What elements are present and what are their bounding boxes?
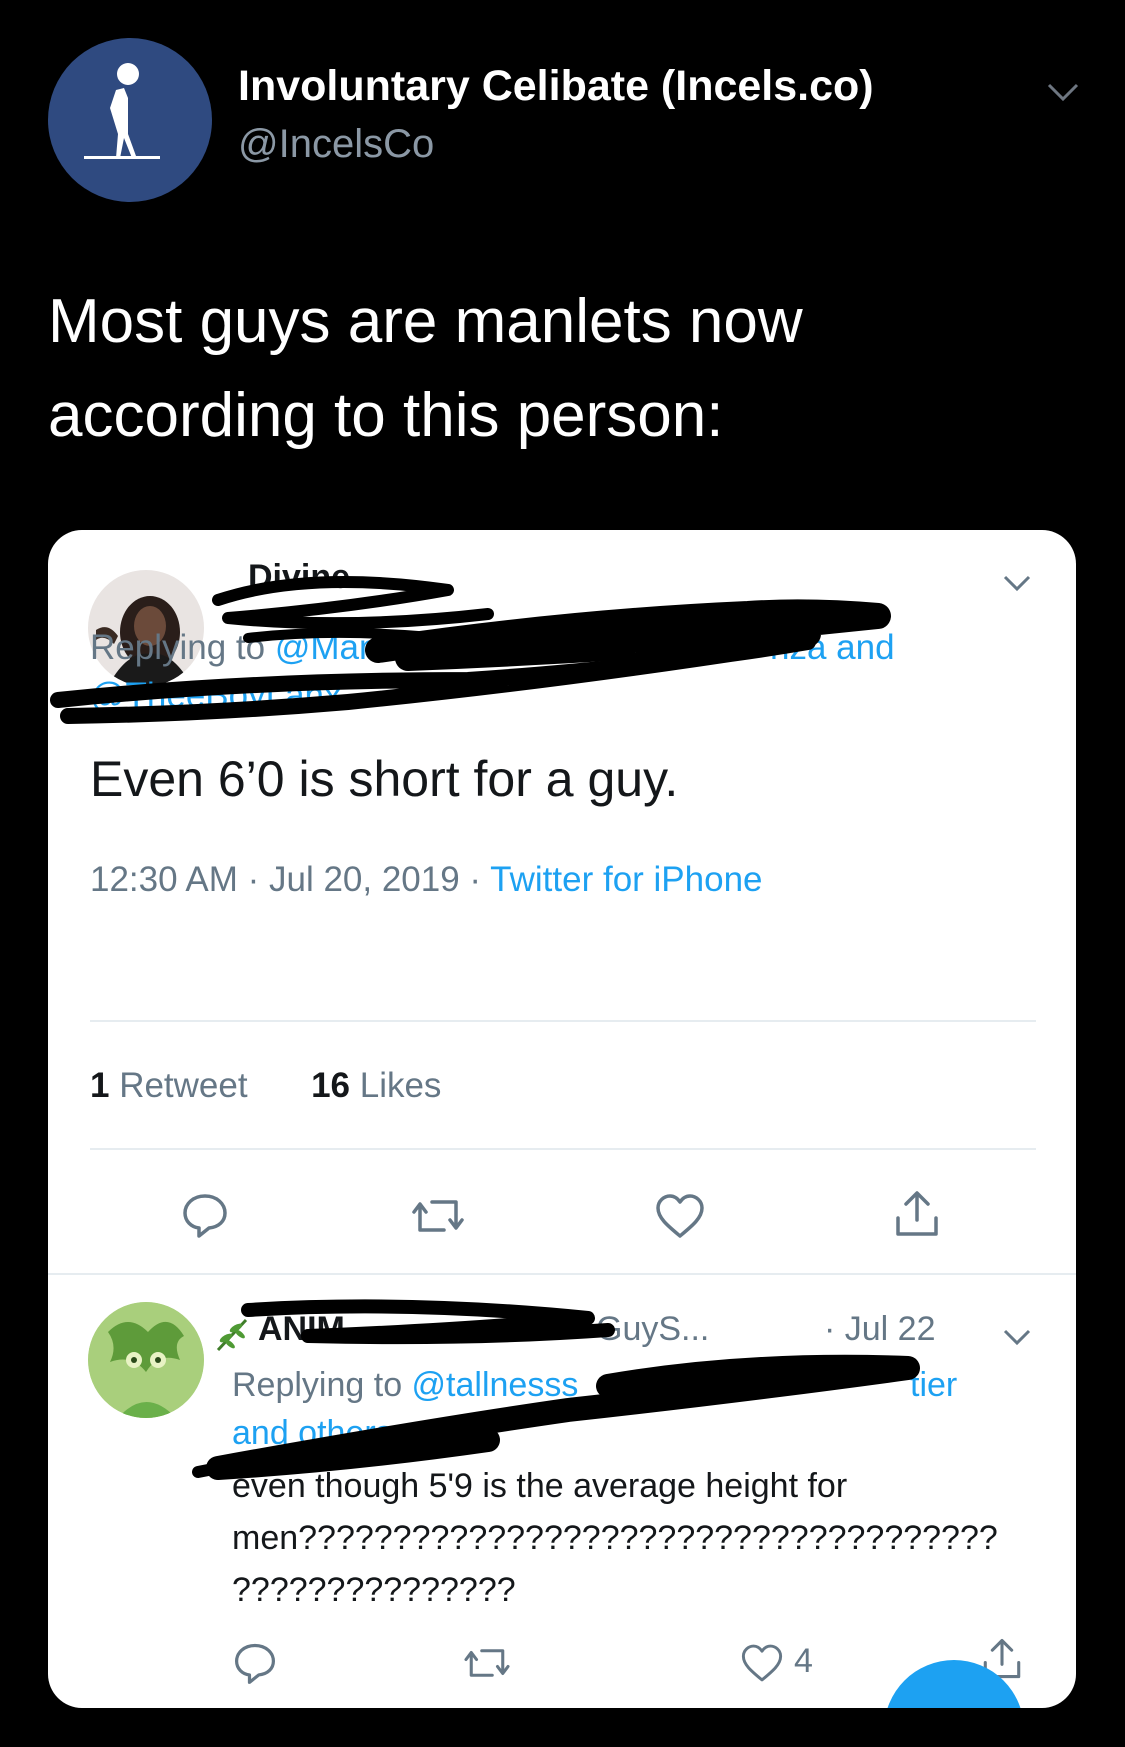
tweet-source[interactable]: Twitter for iPhone (490, 860, 762, 899)
reply-prefix: Replying to (90, 628, 275, 667)
divider (48, 1273, 1076, 1275)
retweet-stat[interactable]: 1 Retweet (90, 1066, 248, 1105)
chevron-down-icon[interactable] (1043, 72, 1083, 112)
reply-handle-tail[interactable]: nza and (770, 622, 895, 674)
reply-second-line[interactable]: @TheeBoyLanx (90, 670, 342, 722)
person-standing-icon (84, 63, 160, 159)
reply-handle[interactable]: @tallnesss (412, 1366, 579, 1404)
embedded-tweet-text: Even 6’0 is short for a guy. (90, 751, 679, 807)
reply-icon[interactable] (232, 1640, 278, 1686)
author-name[interactable]: Divine (248, 558, 350, 597)
reply-handle-tail[interactable]: tier (910, 1360, 957, 1410)
user-handle[interactable]: @IncelsCo (238, 122, 434, 167)
heart-icon[interactable] (654, 1192, 706, 1240)
divider (90, 1020, 1036, 1022)
timestamp: 12:30 AM · Jul 20, 2019 · (90, 860, 491, 899)
divider (90, 1148, 1036, 1150)
reply-icon[interactable] (180, 1190, 230, 1240)
retweet-label: Retweet (109, 1066, 248, 1105)
reply-avatar (88, 1302, 204, 1418)
reply-tweet-text: even though 5'9 is the average height fo… (232, 1460, 998, 1616)
chevron-down-icon[interactable] (1000, 1320, 1034, 1354)
reply-text-line: ??????????????? (232, 1571, 516, 1609)
reply-author-name-tail[interactable]: GuyS... (596, 1310, 709, 1349)
display-name[interactable]: Involuntary Celibate (Incels.co) (238, 62, 874, 111)
likes-label: Likes (350, 1066, 442, 1105)
reply-handle[interactable]: @Manii (275, 628, 394, 667)
engagement-stats: 1 Retweet 16 Likes (90, 1066, 441, 1106)
tweet-meta: 12:30 AM · Jul 20, 2019 · Twitter for iP… (90, 860, 763, 900)
retweet-icon[interactable] (462, 1642, 512, 1684)
tweet-text: Most guys are manlets now according to t… (48, 287, 803, 450)
reply-date[interactable]: · Jul 22 (824, 1310, 936, 1349)
reply-second-line[interactable]: and others (232, 1408, 393, 1458)
chevron-down-icon[interactable] (1000, 566, 1034, 600)
avatar[interactable] (48, 38, 212, 202)
retweet-count: 1 (90, 1066, 110, 1105)
reply-text-line: even though 5'9 is the average height fo… (232, 1467, 848, 1505)
heart-icon[interactable] (740, 1642, 784, 1684)
reply-author-name[interactable]: ANIM (258, 1310, 345, 1349)
embedded-screenshot[interactable]: Divine Replying to @Manii nza and @TheeB… (48, 530, 1076, 1708)
like-count: 4 (794, 1642, 813, 1680)
likes-count: 16 (311, 1066, 350, 1105)
share-icon[interactable] (892, 1188, 942, 1240)
reply-prefix: Replying to (232, 1366, 412, 1404)
likes-stat[interactable]: 16 Likes (311, 1066, 441, 1105)
reply-text-line: men????????????????????????????????????? (232, 1519, 998, 1557)
reply-context: Replying to @Manii (90, 622, 394, 674)
retweet-icon[interactable] (410, 1192, 466, 1240)
reply-context: Replying to @tallnesss (232, 1360, 578, 1410)
leaf-icon (212, 1314, 252, 1354)
